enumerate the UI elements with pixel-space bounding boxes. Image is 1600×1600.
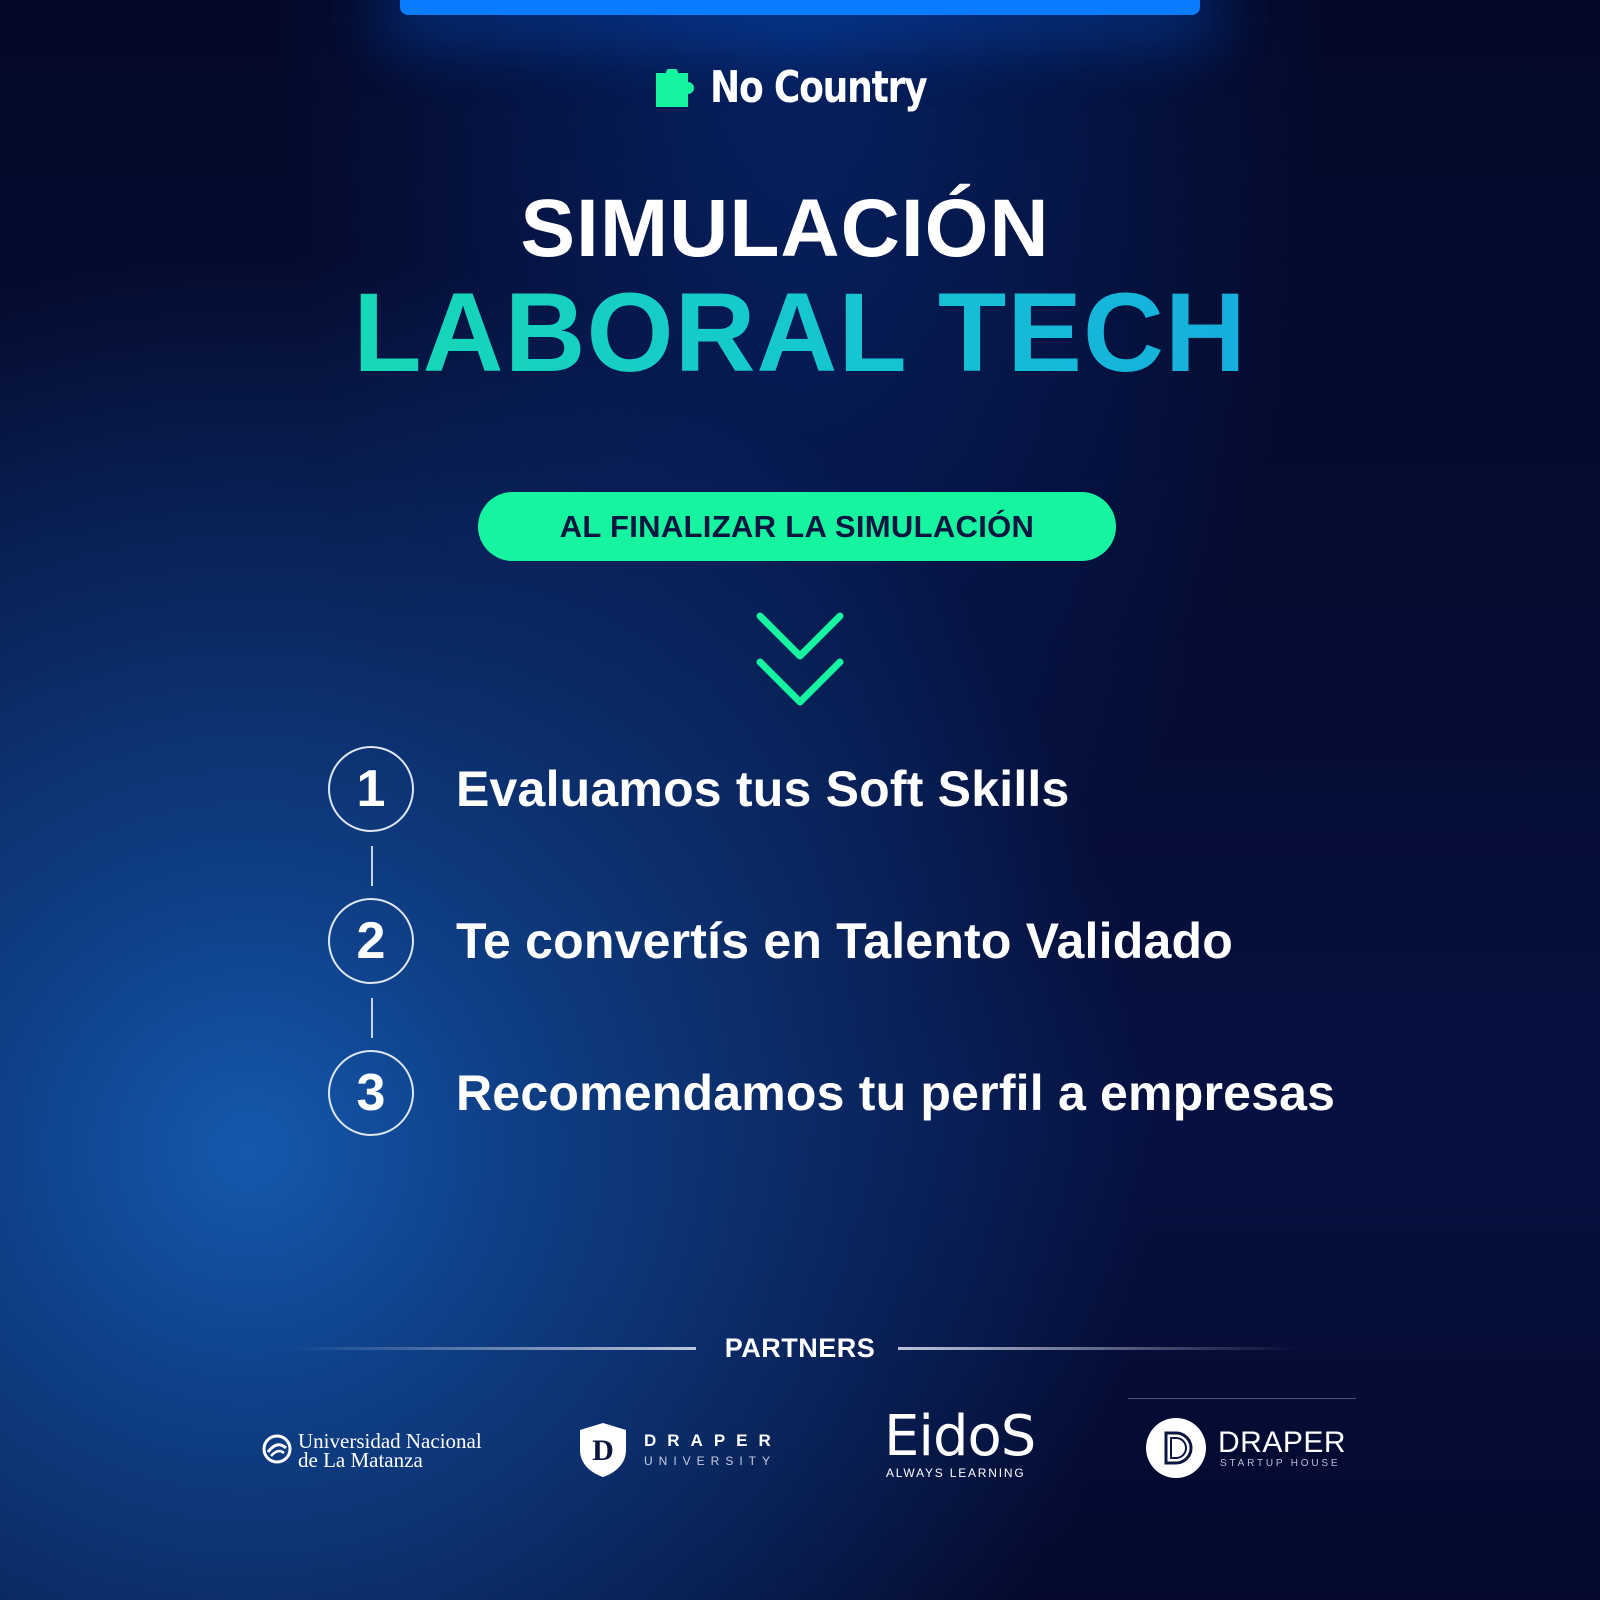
step-number-badge: 2 [328, 898, 414, 984]
step-connector [371, 846, 373, 886]
step-item: 3 Recomendamos tu perfil a empresas [328, 1048, 1335, 1138]
step-connector [371, 998, 373, 1038]
svg-text:D: D [592, 1434, 614, 1467]
logo-divider [1128, 1398, 1356, 1399]
partner-name: EidoS [884, 1404, 1036, 1469]
partners-label: PARTNERS [724, 1333, 876, 1363]
double-chevron-down-icon [756, 612, 844, 706]
page-title-line2: LABORAL TECH [0, 268, 1600, 397]
partner-name: DRAPER [1218, 1426, 1347, 1459]
partner-name: DRAPER [644, 1431, 782, 1450]
partner-name-line2: de La Matanza [298, 1448, 423, 1472]
partner-logo-eidos: EidoS ALWAYS LEARNING [878, 1404, 1058, 1486]
brand-name: No Country [710, 62, 928, 113]
partner-subtitle: STARTUP HOUSE [1220, 1458, 1341, 1469]
partner-subtitle: UNIVERSITY [644, 1454, 777, 1468]
unlam-emblem-icon [262, 1434, 292, 1464]
top-accent-bar [400, 0, 1200, 15]
page-title-line1: SIMULACIÓN [520, 183, 1050, 274]
step-text: Te convertís en Talento Validado [456, 913, 1233, 969]
step-text: Recomendamos tu perfil a empresas [456, 1065, 1336, 1121]
partners-divider-right [898, 1347, 1298, 1350]
brand-logo: No Country [0, 62, 1600, 113]
step-number-badge: 3 [328, 1050, 414, 1136]
shield-icon: D [580, 1423, 626, 1477]
partner-subtitle: ALWAYS LEARNING [886, 1466, 1026, 1480]
callout-badge: AL FINALIZAR LA SIMULACIÓN [478, 492, 1116, 561]
puzzle-piece-icon [656, 68, 695, 107]
partner-logo-draper-startup-house: DRAPER STARTUP HOUSE [1128, 1398, 1358, 1478]
partner-logo-unlam: Universidad Nacional de La Matanza [262, 1430, 492, 1474]
step-text: Evaluamos tus Soft Skills [456, 761, 1070, 817]
step-item: 1 Evaluamos tus Soft Skills [328, 744, 1069, 834]
partner-logo-draper-university: D DRAPER UNIVERSITY [578, 1420, 778, 1480]
step-item: 2 Te convertís en Talento Validado [328, 896, 1233, 986]
callout-label: AL FINALIZAR LA SIMULACIÓN [559, 508, 1035, 544]
partners-header: PARTNERS [0, 1330, 1600, 1370]
step-number-badge: 1 [328, 746, 414, 832]
draper-d-icon [1146, 1418, 1206, 1478]
